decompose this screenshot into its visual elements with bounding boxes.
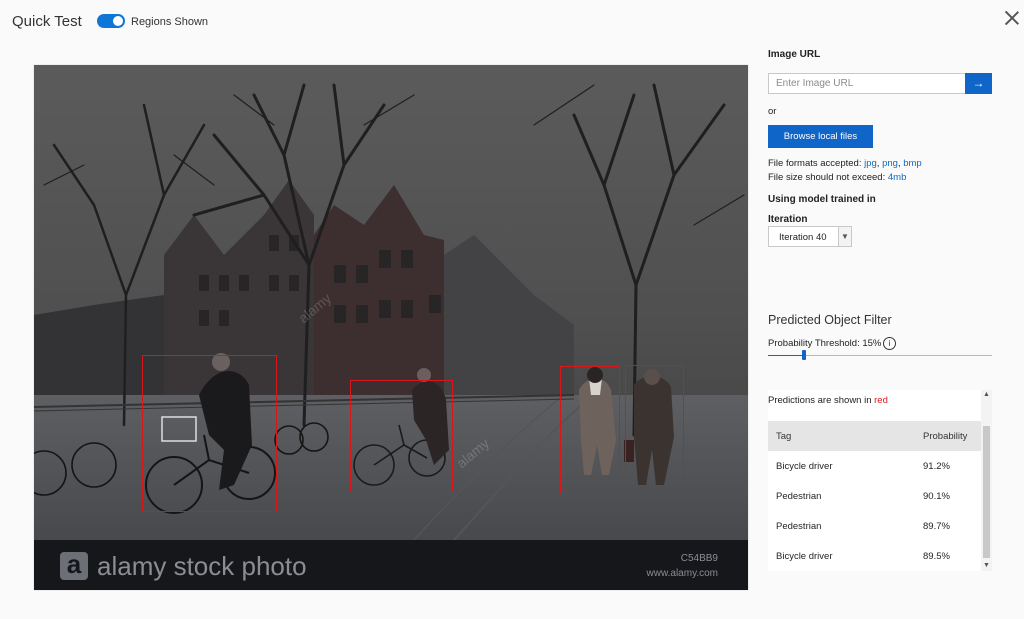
regions-toggle[interactable]: [97, 14, 125, 28]
iteration-label: Iteration: [768, 214, 808, 225]
info-icon[interactable]: i: [883, 337, 896, 350]
iteration-select[interactable]: Iteration 40 ▼: [768, 226, 852, 247]
predictions-table-header: Tag Probability: [768, 421, 981, 451]
region-box-pedestrian[interactable]: [625, 365, 684, 498]
table-row[interactable]: Pedestrian 90.1%: [768, 481, 981, 511]
table-row[interactable]: Bicycle driver 89.5%: [768, 541, 981, 571]
watermark-bar: a alamy stock photo C54BB9 www.alamy.com: [34, 540, 748, 590]
file-size-text: File size should not exceed: 4mb: [768, 172, 906, 183]
or-text: or: [768, 106, 777, 117]
row-tag: Bicycle driver: [776, 551, 833, 562]
chevron-down-icon: ▼: [838, 227, 851, 246]
table-row[interactable]: Pedestrian 89.7%: [768, 511, 981, 541]
file-formats-text: File formats accepted: jpg, png, bmp: [768, 158, 922, 169]
watermark-brand: alamy stock photo: [97, 551, 307, 581]
predictions-scrollbar[interactable]: ▲ ▼: [981, 390, 992, 571]
chevron-down-icon[interactable]: ▼: [981, 561, 992, 571]
format-jpg: jpg: [864, 158, 877, 169]
watermark-id: C54BB9: [680, 553, 718, 564]
region-box-bicycle-driver[interactable]: [142, 355, 277, 512]
file-size-limit: 4mb: [887, 172, 907, 183]
row-tag: Bicycle driver: [776, 461, 833, 472]
arrow-right-icon: →: [972, 76, 985, 90]
watermark-url: www.alamy.com: [646, 568, 719, 579]
threshold-slider-thumb[interactable]: [802, 350, 806, 360]
column-header-tag: Tag: [776, 431, 792, 442]
predictions-note-color: red: [874, 395, 888, 406]
row-probability: 90.1%: [923, 491, 950, 502]
format-bmp: bmp: [903, 158, 922, 169]
image-url-input[interactable]: [768, 73, 966, 94]
column-header-probability: Probability: [923, 431, 968, 442]
row-probability: 89.5%: [923, 551, 950, 562]
model-label: Using model trained in: [768, 194, 876, 205]
row-tag: Pedestrian: [776, 491, 822, 502]
row-tag: Pedestrian: [776, 521, 822, 532]
row-probability: 89.7%: [923, 521, 950, 532]
test-image: alamy alamy a alamy stock photo C54BB9 w…: [34, 65, 748, 590]
alamy-logo: a: [60, 551, 88, 580]
file-formats-prefix: File formats accepted:: [768, 158, 865, 169]
format-png: png: [882, 158, 898, 169]
predicted-object-filter-title: Predicted Object Filter: [768, 313, 892, 327]
predictions-note: Predictions are shown in red: [768, 395, 888, 406]
region-box-pedestrian[interactable]: [560, 366, 620, 494]
chevron-up-icon[interactable]: ▲: [981, 390, 992, 400]
probability-threshold-label: Probability Threshold: 15%: [768, 338, 882, 349]
scrollbar-thumb[interactable]: [983, 426, 990, 558]
iteration-select-value: Iteration 40: [779, 232, 827, 243]
test-sidebar: Image URL → or Browse local files File f…: [768, 0, 1008, 619]
row-probability: 91.2%: [923, 461, 950, 472]
browse-local-files-button[interactable]: Browse local files: [768, 125, 873, 148]
threshold-slider-fill: [768, 355, 804, 356]
toggle-knob: [113, 16, 123, 26]
submit-url-button[interactable]: →: [965, 73, 992, 94]
region-box-bicycle-driver[interactable]: [350, 380, 453, 492]
page-title: Quick Test: [12, 13, 82, 30]
predictions-panel: Predictions are shown in red Tag Probabi…: [768, 390, 992, 571]
regions-toggle-label: Regions Shown: [131, 16, 209, 28]
table-row[interactable]: Bicycle driver 91.2%: [768, 451, 981, 481]
predictions-note-prefix: Predictions are shown in: [768, 395, 875, 406]
image-url-label: Image URL: [768, 49, 821, 60]
file-size-prefix: File size should not exceed:: [768, 172, 888, 183]
